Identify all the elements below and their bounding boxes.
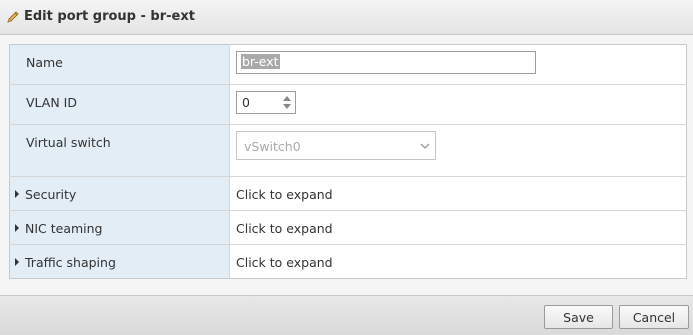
expand-arrow-icon[interactable]	[15, 258, 19, 266]
save-button[interactable]: Save	[544, 305, 613, 329]
traffic-shaping-expand-link[interactable]: Click to expand	[236, 251, 333, 270]
traffic-shaping-row[interactable]: Traffic shaping Click to expand	[9, 244, 687, 279]
cancel-button[interactable]: Cancel	[619, 305, 689, 329]
vlan-label: VLAN ID	[9, 84, 230, 125]
traffic-shaping-label: Traffic shaping	[25, 255, 116, 270]
chevron-down-icon	[420, 143, 430, 149]
vlan-id-stepper[interactable]: 0	[236, 91, 296, 114]
security-row[interactable]: Security Click to expand	[9, 176, 687, 211]
name-input-value: br-ext	[241, 54, 280, 69]
dialog-footer: Save Cancel	[0, 295, 693, 335]
nic-teaming-row[interactable]: NIC teaming Click to expand	[9, 210, 687, 245]
security-expand-link[interactable]: Click to expand	[236, 183, 333, 202]
stepper-buttons[interactable]	[280, 93, 294, 112]
pencil-icon	[7, 11, 19, 23]
dialog-title: Edit port group - br-ext	[24, 9, 195, 24]
dialog-titlebar: Edit port group - br-ext	[0, 0, 693, 35]
name-row: Name br-ext	[9, 44, 687, 85]
dialog-body: Name br-ext VLAN ID 0 Virtual switch vSw…	[0, 35, 693, 295]
name-label: Name	[9, 44, 230, 85]
expand-arrow-icon[interactable]	[15, 190, 19, 198]
nic-teaming-expand-link[interactable]: Click to expand	[236, 217, 333, 236]
increment-icon[interactable]	[283, 96, 291, 101]
decrement-icon[interactable]	[283, 104, 291, 109]
virtual-switch-value: vSwitch0	[244, 139, 301, 154]
expand-arrow-icon[interactable]	[15, 224, 19, 232]
vswitch-row: Virtual switch vSwitch0	[9, 124, 687, 177]
vswitch-label: Virtual switch	[9, 124, 230, 177]
security-label: Security	[25, 187, 77, 202]
virtual-switch-select[interactable]: vSwitch0	[236, 131, 436, 160]
vlan-row: VLAN ID 0	[9, 84, 687, 125]
vlan-id-value: 0	[242, 95, 250, 110]
properties-table: Name br-ext VLAN ID 0 Virtual switch vSw…	[9, 44, 687, 279]
nic-teaming-label: NIC teaming	[25, 221, 103, 236]
name-input[interactable]: br-ext	[236, 51, 536, 74]
